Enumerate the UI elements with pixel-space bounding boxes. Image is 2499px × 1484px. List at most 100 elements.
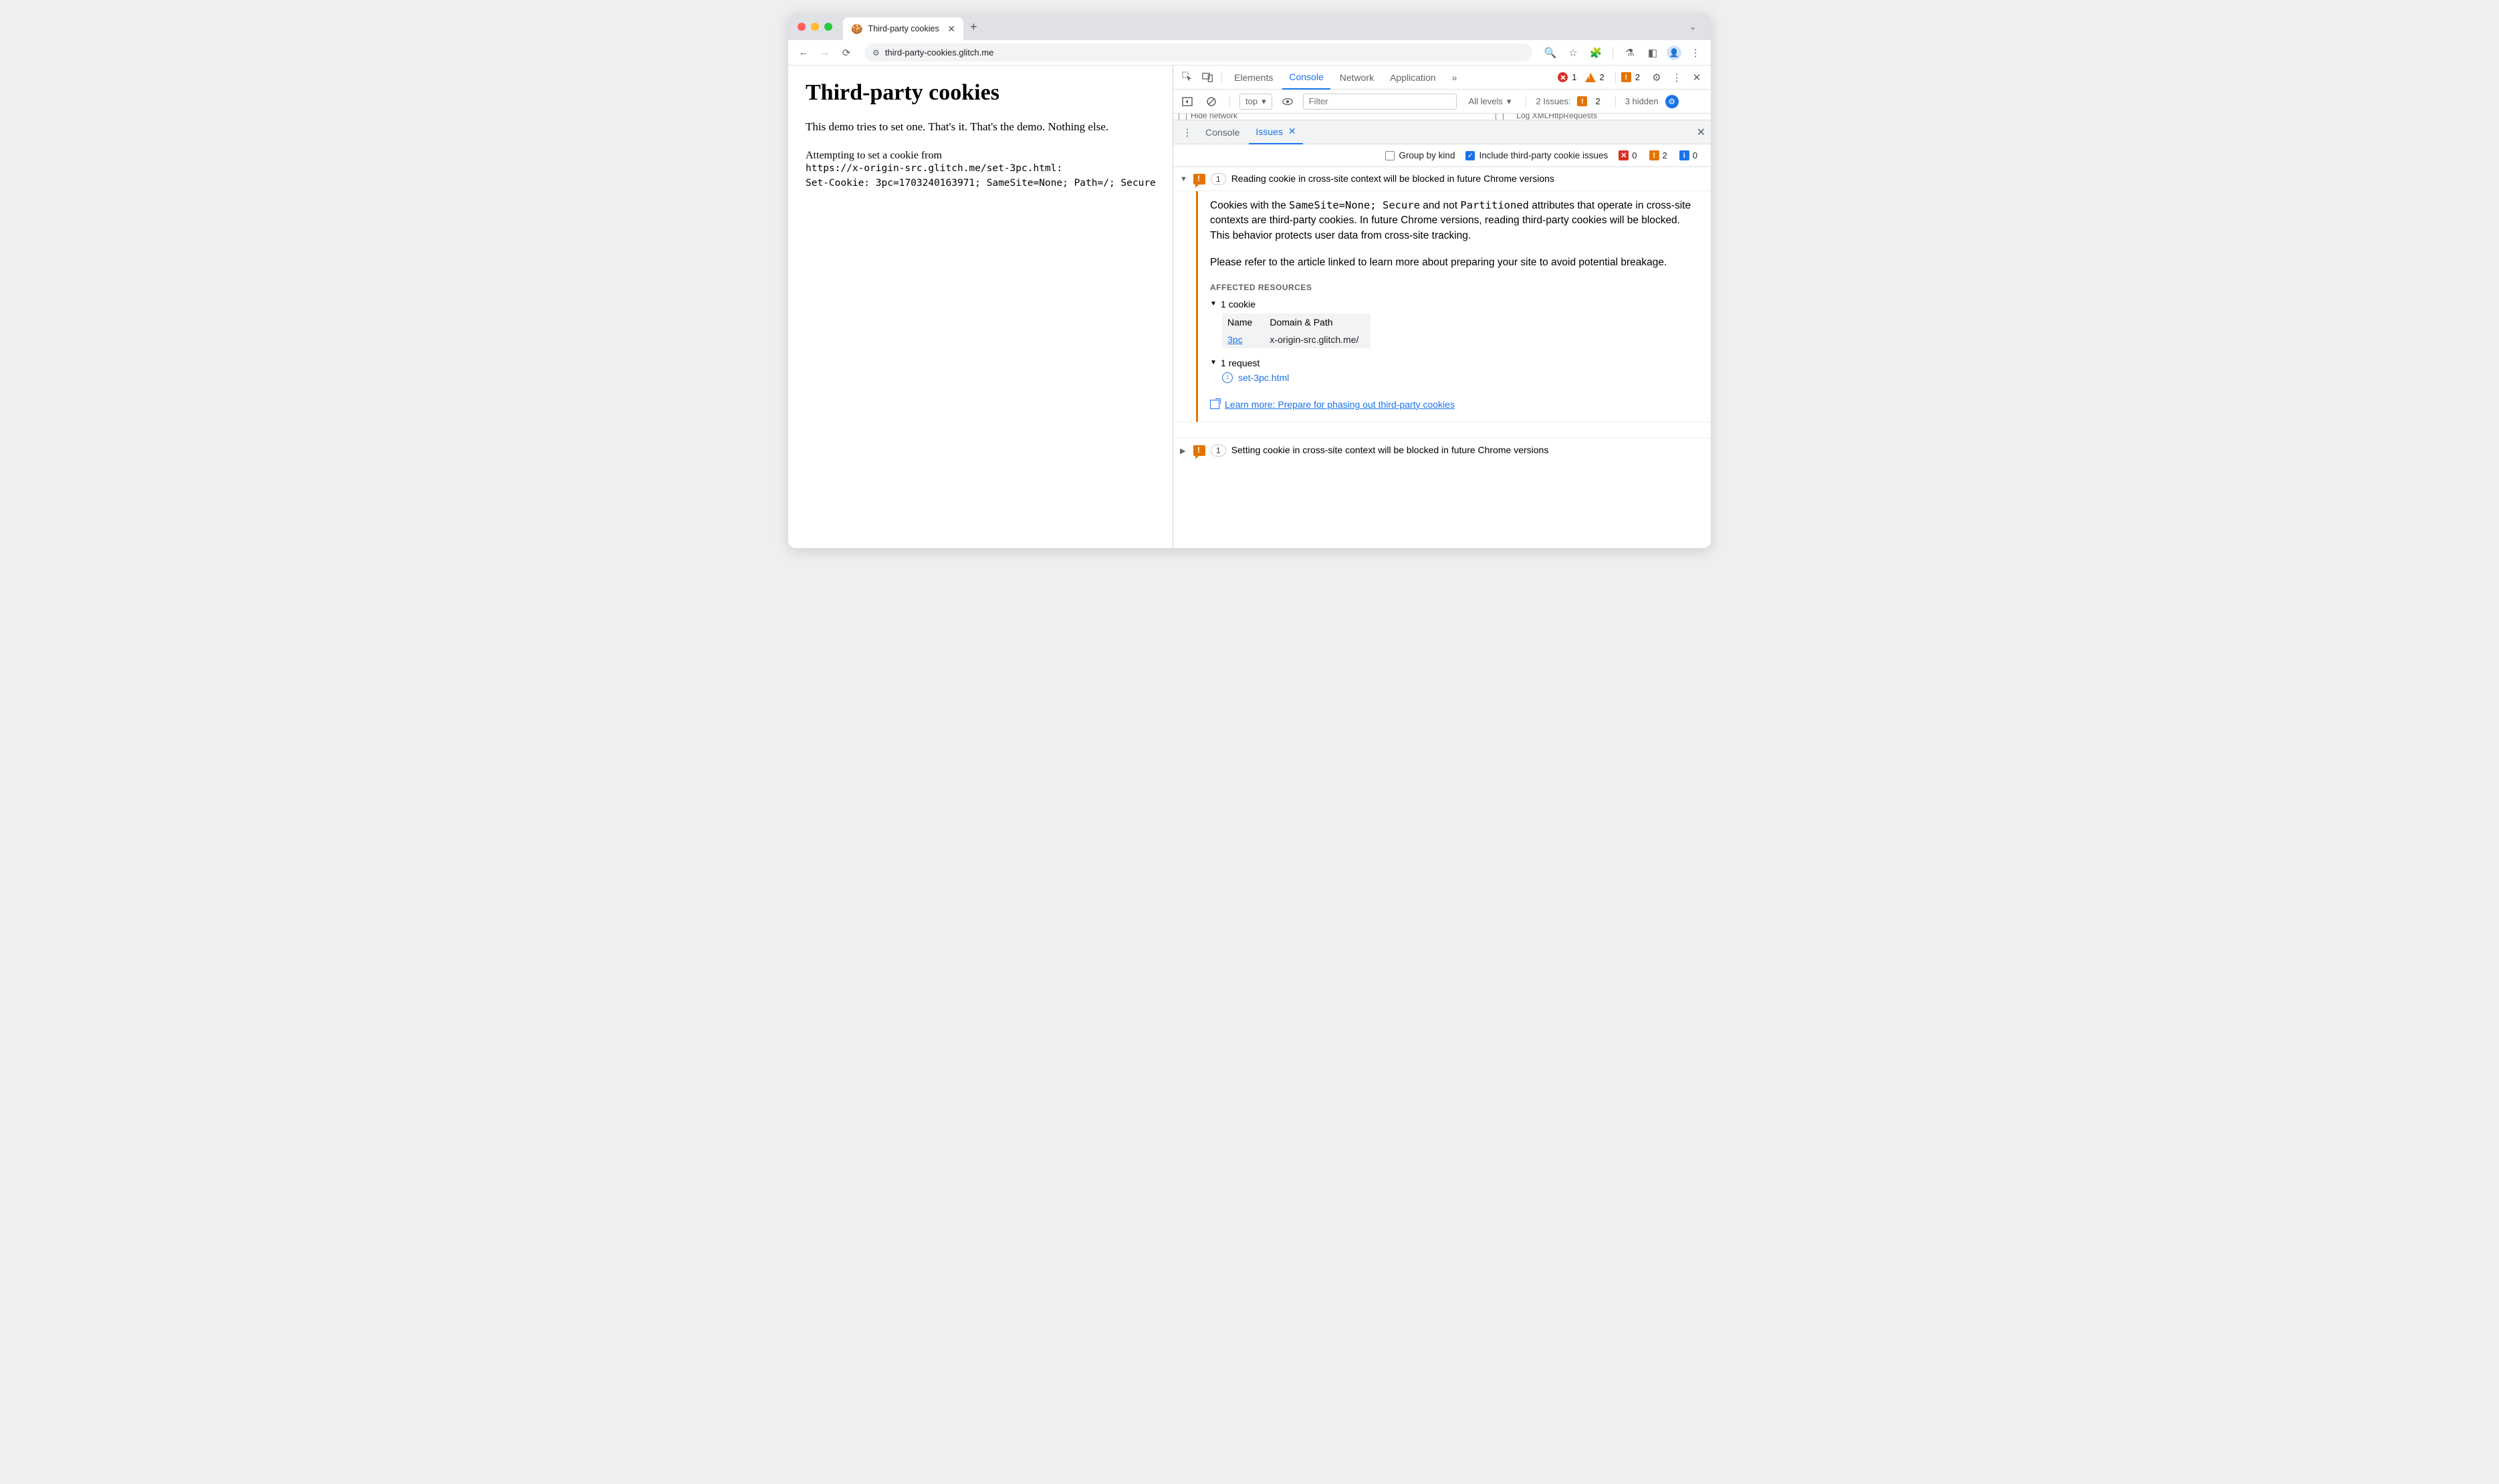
console-settings-row: Hide network Log XMLHttpRequests <box>1173 114 1711 120</box>
page-lead: This demo tries to set one. That's it. T… <box>806 120 1155 134</box>
checkbox-icon <box>1385 151 1395 160</box>
context-selector[interactable]: top ▾ <box>1239 94 1272 110</box>
tab-network[interactable]: Network <box>1333 66 1381 90</box>
zoom-icon[interactable]: 🔍 <box>1542 44 1559 61</box>
inspect-element-icon[interactable] <box>1179 69 1196 86</box>
menu-icon[interactable]: ⋮ <box>1687 44 1704 61</box>
separator <box>1615 72 1616 84</box>
clear-console-icon[interactable] <box>1203 93 1220 110</box>
rendered-page: Third-party cookies This demo tries to s… <box>788 66 1173 548</box>
issues-count: 2 <box>1635 72 1640 82</box>
devtools-drawer-tabs: ⋮ Console Issues ✕ ✕ <box>1173 120 1711 144</box>
tabs-dropdown-button[interactable]: ⌄ <box>1684 19 1701 34</box>
settings-icon[interactable]: ⚙ <box>1648 69 1665 86</box>
set-cookie-header: Set-Cookie: 3pc=1703240163971; SameSite=… <box>806 176 1155 191</box>
cookie-count-label: 1 cookie <box>1221 299 1256 310</box>
affected-request[interactable]: ↕ set-3pc.html <box>1222 372 1701 383</box>
requests-section[interactable]: ▼ 1 request <box>1210 358 1701 368</box>
labs-icon[interactable]: ⚗ <box>1621 44 1639 61</box>
count-orange: 2 <box>1663 150 1667 160</box>
new-tab-button[interactable]: + <box>970 20 977 34</box>
tab-elements[interactable]: Elements <box>1227 66 1280 90</box>
issues-label[interactable]: 2 Issues: <box>1536 96 1570 106</box>
issues-badge-icon: ! <box>1577 96 1587 106</box>
chevron-down-icon: ▾ <box>1262 96 1266 107</box>
device-toolbar-icon[interactable] <box>1199 69 1216 86</box>
devtools-status[interactable]: 1 2 ! 2 <box>1558 72 1645 84</box>
tab-console[interactable]: Console <box>1282 66 1330 90</box>
back-button[interactable]: ← <box>795 44 812 61</box>
issue-description-1: Cookies with the SameSite=None; Secure a… <box>1210 198 1701 243</box>
error-icon <box>1558 72 1568 82</box>
content-area: Third-party cookies This demo tries to s… <box>788 66 1711 548</box>
caret-right-icon: ▶ <box>1180 444 1188 455</box>
request-icon: ↕ <box>1222 372 1233 383</box>
drawer-tab-console[interactable]: Console <box>1199 120 1246 144</box>
browser-tab[interactable]: 🍪 Third-party cookies ✕ <box>843 17 963 40</box>
toggle-sidebar-icon[interactable] <box>1179 93 1196 110</box>
console-settings-icon[interactable]: ⚙ <box>1665 95 1679 108</box>
learn-more: Learn more: Prepare for phasing out thir… <box>1210 399 1701 410</box>
breaking-change-speech-icon: ! <box>1193 445 1205 456</box>
minimize-window-button[interactable] <box>811 23 819 31</box>
close-tab-icon[interactable]: ✕ <box>1288 126 1296 137</box>
count-red: 0 <box>1632 150 1637 160</box>
affected-resources-heading: AFFECTED RESOURCES <box>1210 283 1701 292</box>
drawer-tab-issues[interactable]: Issues ✕ <box>1249 120 1302 144</box>
cookie-domain-path: x-origin-src.glitch.me/ <box>1264 331 1371 348</box>
close-devtools-button[interactable]: ✕ <box>1688 69 1705 86</box>
filter-input[interactable] <box>1303 94 1457 110</box>
reload-button[interactable]: ⟳ <box>838 44 855 61</box>
request-name: set-3pc.html <box>1238 372 1289 383</box>
close-window-button[interactable] <box>798 23 806 31</box>
titlebar: 🍪 Third-party cookies ✕ + ⌄ <box>788 13 1711 40</box>
issues-list: ▼ ! 1 Reading cookie in cross-site conte… <box>1173 167 1711 548</box>
log-xhr-label: Log XMLHttpRequests <box>1516 114 1597 120</box>
table-header-row: Name Domain & Path <box>1222 314 1371 331</box>
cookie-name-link[interactable]: 3pc <box>1227 334 1243 345</box>
hide-network-label: Hide network <box>1191 114 1237 120</box>
page-error-icon: ✕ <box>1619 150 1629 160</box>
checkbox[interactable] <box>1496 114 1504 120</box>
close-drawer-button[interactable]: ✕ <box>1697 126 1705 139</box>
site-settings-icon[interactable]: ⚙ <box>872 48 880 57</box>
address-bar[interactable]: ⚙ third-party-cookies.glitch.me <box>864 43 1532 61</box>
drawer-menu-icon[interactable]: ⋮ <box>1179 124 1196 141</box>
log-levels-selector[interactable]: All levels ▾ <box>1463 94 1517 110</box>
breaking-change-speech-icon: ! <box>1193 174 1205 184</box>
extensions-icon[interactable]: 🧩 <box>1587 44 1604 61</box>
issue-item-collapsed[interactable]: ▶ ! 1 Setting cookie in cross-site conte… <box>1173 438 1711 462</box>
issue-header[interactable]: ▼ ! 1 Reading cookie in cross-site conte… <box>1173 167 1711 191</box>
checkbox-checked-icon: ✓ <box>1465 151 1475 160</box>
attempt-url: https://x-origin-src.glitch.me/set-3pc.h… <box>806 162 1155 176</box>
th-domain-path: Domain & Path <box>1264 314 1371 331</box>
issues-toolbar: Group by kind ✓ Include third-party cook… <box>1173 144 1711 167</box>
group-by-kind-checkbox[interactable]: Group by kind <box>1385 150 1455 160</box>
close-tab-button[interactable]: ✕ <box>947 23 955 35</box>
tab-more[interactable]: » <box>1445 66 1464 90</box>
hidden-count[interactable]: 3 hidden <box>1625 96 1659 106</box>
issues-badge-count: 2 <box>1595 96 1600 106</box>
separator <box>1615 96 1616 108</box>
issue-title: Reading cookie in cross-site context wil… <box>1231 172 1554 184</box>
affected-cookies-table: Name Domain & Path 3pc x-origin-src.glit… <box>1222 314 1371 348</box>
forward-button[interactable]: → <box>816 44 834 61</box>
side-panel-icon[interactable]: ◧ <box>1644 44 1661 61</box>
issue-counts: ✕0 !2 i0 <box>1619 150 1703 160</box>
issue-details: Cookies with the SameSite=None; Secure a… <box>1196 191 1711 422</box>
th-name: Name <box>1222 314 1264 331</box>
checkbox[interactable] <box>1179 114 1187 120</box>
maximize-window-button[interactable] <box>824 23 832 31</box>
drawer-tab-issues-label: Issues <box>1256 126 1282 137</box>
learn-more-link[interactable]: Learn more: Prepare for phasing out thir… <box>1225 399 1455 410</box>
include-third-party-checkbox[interactable]: ✓ Include third-party cookie issues <box>1465 150 1608 160</box>
devtools-main-tabs: Elements Console Network Application » 1… <box>1173 66 1711 90</box>
devtools-menu-icon[interactable]: ⋮ <box>1668 69 1685 86</box>
profile-avatar[interactable]: 👤 <box>1667 45 1681 60</box>
occurrence-count: 1 <box>1211 445 1226 457</box>
include-label: Include third-party cookie issues <box>1479 150 1608 160</box>
tab-application[interactable]: Application <box>1383 66 1443 90</box>
bookmark-icon[interactable]: ☆ <box>1564 44 1582 61</box>
cookies-section[interactable]: ▼ 1 cookie <box>1210 299 1701 310</box>
live-expression-icon[interactable] <box>1279 93 1296 110</box>
